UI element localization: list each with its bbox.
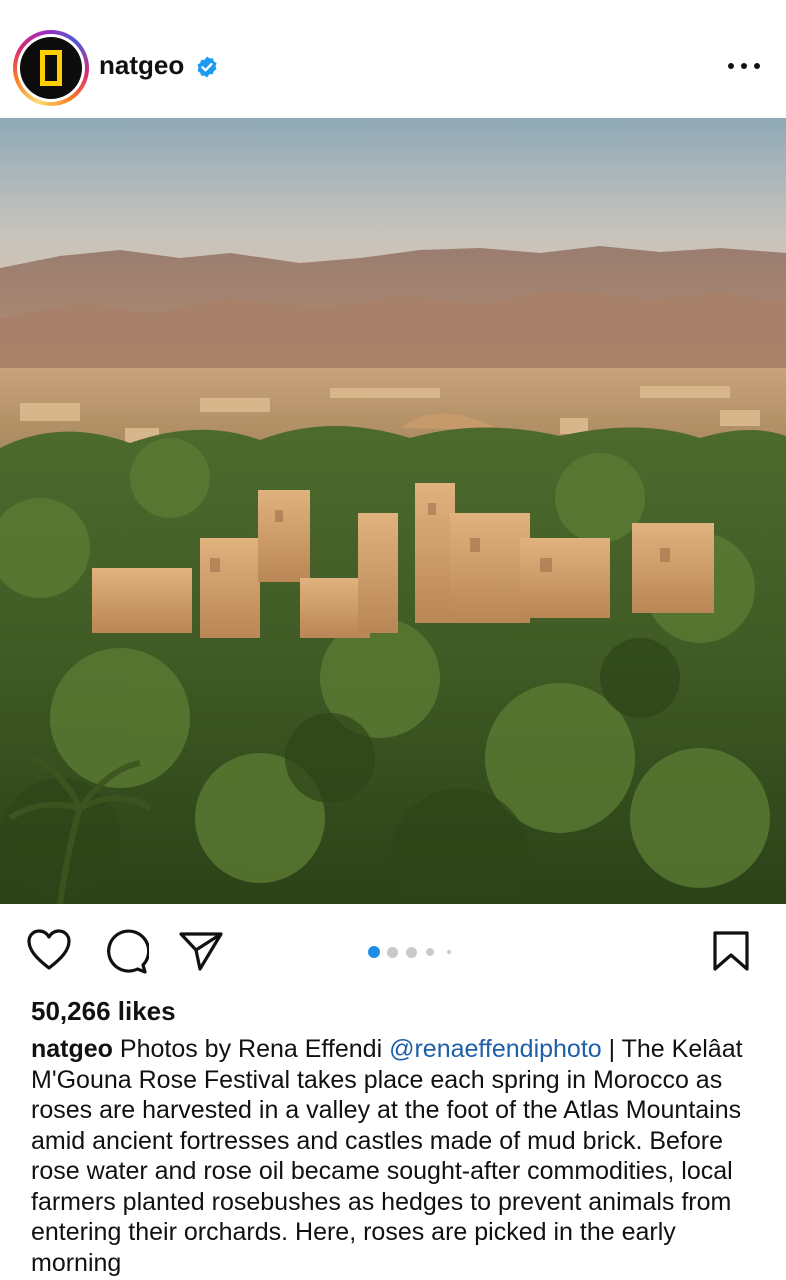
caption-lead: Photos by Rena Effendi [119, 1035, 383, 1063]
comment-icon[interactable] [103, 929, 149, 975]
caption-username[interactable]: natgeo [31, 1035, 113, 1063]
heart-icon[interactable] [26, 928, 72, 972]
bookmark-icon[interactable] [712, 930, 750, 972]
post-username[interactable]: natgeo [99, 50, 184, 81]
carousel-dot [368, 946, 380, 958]
verified-badge-icon [197, 56, 217, 78]
post-caption: natgeo Photos by Rena Effendi @renaeffen… [31, 1034, 761, 1278]
kasbah-landscape-image [0, 118, 786, 904]
send-icon[interactable] [178, 930, 224, 972]
profile-avatar[interactable] [13, 30, 89, 106]
caption-body: | The Kelâat M'Gouna Rose Festival takes… [31, 1035, 743, 1277]
likes-count[interactable]: 50,266 likes [31, 996, 176, 1027]
natgeo-logo-icon [40, 50, 62, 86]
carousel-dot [447, 950, 451, 954]
post-action-bar [0, 904, 786, 994]
post-photo[interactable] [0, 118, 786, 904]
post-header: natgeo [0, 0, 786, 118]
carousel-dot [387, 947, 398, 958]
carousel-dot [406, 947, 417, 958]
caption-mention-link[interactable]: @renaeffendiphoto [389, 1035, 602, 1063]
carousel-dot [426, 948, 434, 956]
more-horizontal-icon[interactable] [726, 55, 762, 77]
